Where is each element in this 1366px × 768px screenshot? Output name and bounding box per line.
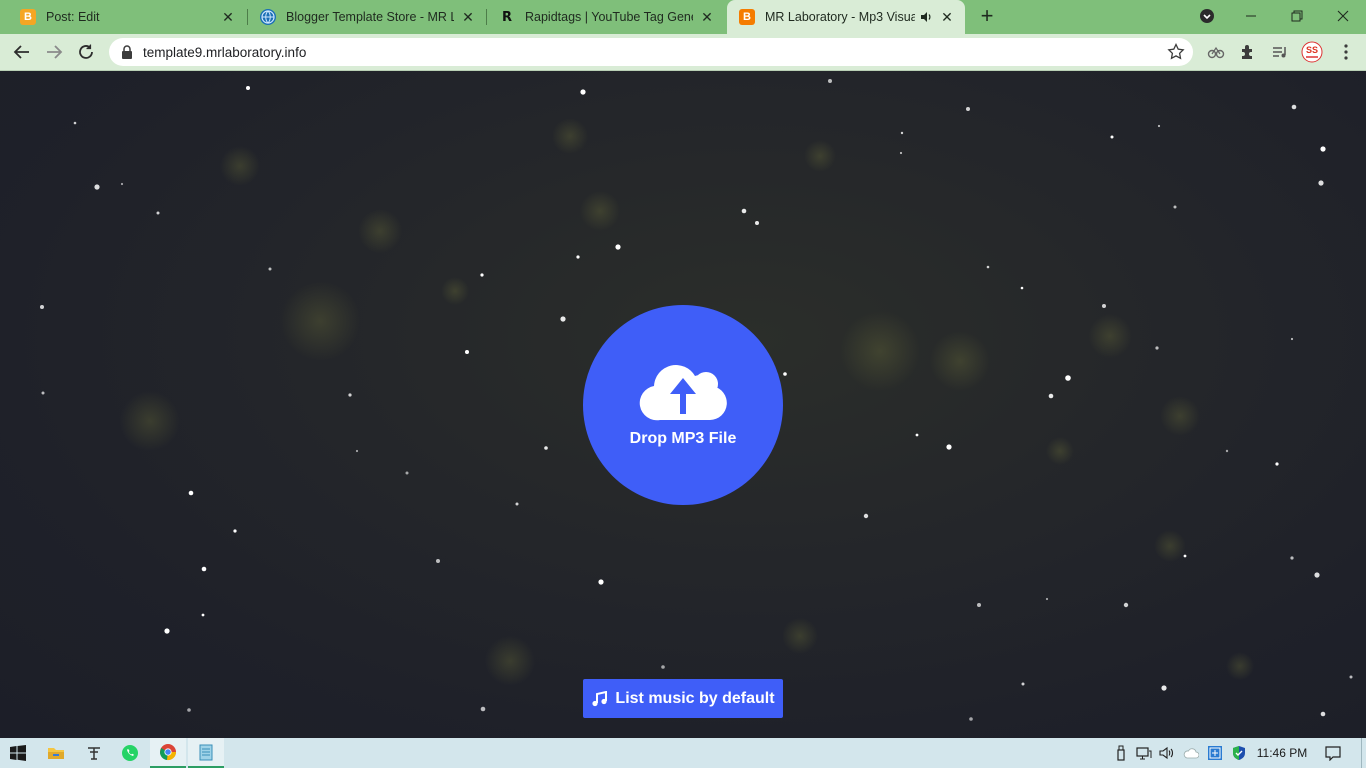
notepad-icon (199, 744, 213, 761)
media-control-icon[interactable] (1266, 38, 1294, 66)
drop-mp3-upload-button[interactable]: Drop MP3 File (583, 305, 783, 505)
start-button[interactable] (0, 738, 36, 768)
url-text: template9.mrlaboratory.info (143, 44, 307, 60)
close-tab-icon[interactable]: ✕ (939, 9, 955, 25)
windows-icon (10, 745, 26, 761)
whatsapp-button[interactable] (112, 738, 148, 768)
tab-strip: B Post: Edit ✕ Blogger Template Store - … (0, 0, 1366, 34)
close-tab-icon[interactable]: ✕ (220, 9, 236, 25)
address-bar[interactable]: template9.mrlaboratory.info (109, 38, 1193, 66)
lock-icon (122, 45, 132, 59)
forward-button[interactable] (40, 38, 68, 66)
tab-title: Rapidtags | YouTube Tag Generat (525, 10, 693, 24)
typing-app-button[interactable] (76, 738, 112, 768)
extensions-puzzle-icon[interactable] (1234, 38, 1262, 66)
close-tab-icon[interactable]: ✕ (460, 9, 476, 25)
list-music-label: List music by default (615, 689, 775, 707)
language-icon[interactable] (1207, 745, 1223, 761)
tab-search-button[interactable] (1184, 0, 1230, 32)
tab-title: Post: Edit (46, 10, 100, 24)
music-note-icon (592, 690, 608, 706)
visualizer-page: Drop MP3 File List music by default (0, 71, 1366, 738)
blogger-icon: B (20, 9, 36, 25)
tab-post-edit[interactable]: B Post: Edit ✕ (8, 0, 246, 34)
windows-taskbar: 11:46 PM (0, 738, 1366, 768)
tab-title: Blogger Template Store - MR Lab (286, 10, 454, 24)
cloud-upload-icon (639, 365, 727, 421)
minimize-button[interactable] (1228, 0, 1274, 32)
blogger-icon: B (739, 9, 755, 25)
new-tab-button[interactable]: + (976, 5, 998, 27)
close-tab-icon[interactable]: ✕ (699, 9, 715, 25)
folder-icon (48, 748, 64, 759)
security-shield-icon[interactable] (1231, 745, 1247, 761)
tab-mr-laboratory[interactable]: B MR Laboratory - Mp3 Visual ✕ (727, 0, 965, 34)
speaker-icon[interactable] (919, 10, 933, 24)
tab-rapidtags[interactable]: R Rapidtags | YouTube Tag Generat ✕ (487, 0, 725, 34)
profile-avatar[interactable]: SS (1298, 38, 1326, 66)
tab-title: MR Laboratory - Mp3 Visual (765, 10, 915, 24)
chrome-icon (159, 744, 177, 761)
tab-blogger-template-store[interactable]: Blogger Template Store - MR Lab ✕ (248, 0, 486, 34)
show-desktop-button[interactable] (1361, 738, 1366, 768)
usb-drive-icon[interactable] (1113, 745, 1129, 761)
onedrive-cloud-icon[interactable] (1183, 745, 1199, 761)
network-icon[interactable] (1136, 745, 1152, 761)
extension-icon[interactable] (1202, 38, 1230, 66)
notification-center-icon[interactable] (1325, 745, 1341, 761)
notepad-button[interactable] (188, 738, 224, 768)
close-window-button[interactable] (1320, 0, 1366, 32)
browser-toolbar: template9.mrlaboratory.info SS (0, 34, 1366, 71)
bookmark-star-icon[interactable] (1167, 43, 1185, 61)
globe-icon (260, 9, 276, 25)
volume-icon[interactable] (1159, 745, 1175, 761)
letter-r-icon: R (501, 9, 512, 25)
restore-button[interactable] (1274, 0, 1320, 32)
font-tool-icon (88, 747, 100, 760)
file-explorer-button[interactable] (38, 738, 74, 768)
back-button[interactable] (8, 38, 36, 66)
chrome-button[interactable] (150, 738, 186, 768)
browser-menu-icon[interactable] (1336, 38, 1356, 66)
drop-mp3-label: Drop MP3 File (629, 430, 737, 447)
list-music-button[interactable]: List music by default (583, 679, 783, 718)
taskbar-clock[interactable]: 11:46 PM (1252, 738, 1312, 768)
svg-text:SS: SS (1306, 45, 1318, 55)
whatsapp-icon (122, 745, 138, 761)
reload-button[interactable] (72, 38, 100, 66)
